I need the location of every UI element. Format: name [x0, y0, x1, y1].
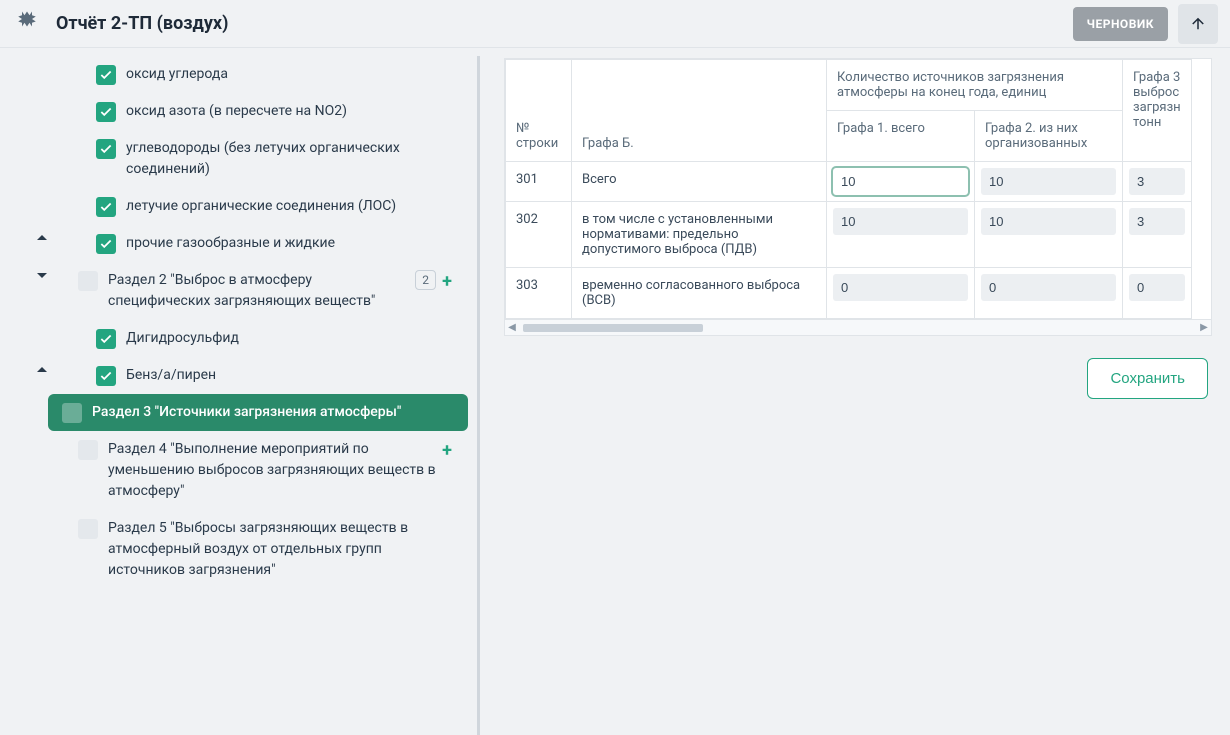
cell-b: в том числе с установленными нормативами…	[572, 202, 827, 268]
checkbox-icon[interactable]	[78, 519, 98, 539]
checkbox-icon[interactable]	[96, 234, 116, 254]
table-row: 302 в том числе с установленными нормати…	[506, 202, 1192, 268]
tree-item[interactable]: Дигидросульфид	[28, 320, 468, 357]
checkbox-icon[interactable]	[78, 271, 98, 291]
table-row: 301 Всего	[506, 162, 1192, 202]
tree-item[interactable]: Раздел 3 "Источники загрязнения атмосфер…	[48, 394, 468, 431]
col-header-b: Графа Б.	[572, 60, 827, 162]
tree-item[interactable]: Раздел 5 "Выбросы загрязняющих веществ в…	[28, 510, 468, 589]
col-header-g1: Графа 1. всего	[827, 111, 975, 162]
input-g2[interactable]	[981, 208, 1116, 235]
horizontal-scrollbar[interactable]: ◀ ▶	[505, 319, 1211, 335]
scroll-left-icon[interactable]: ◀	[505, 322, 519, 333]
draft-badge[interactable]: ЧЕРНОВИК	[1073, 7, 1168, 41]
cell-b: Всего	[572, 162, 827, 202]
tree-item-label: углеводороды (без летучих органических с…	[126, 138, 458, 180]
tree-item[interactable]: летучие органические соединения (ЛОС)	[28, 188, 468, 225]
tree-item[interactable]: оксид углерода	[28, 56, 468, 93]
cell-g3	[1123, 268, 1192, 319]
data-table: № строки Графа Б. Количество источников …	[504, 58, 1212, 336]
tree-item-label: Бенз/а/пирен	[126, 365, 458, 386]
cell-num: 301	[506, 162, 572, 202]
add-button[interactable]: +	[436, 439, 458, 461]
count-badge: 2	[415, 270, 436, 290]
input-g1[interactable]	[833, 208, 968, 235]
cell-g1	[827, 202, 975, 268]
checkbox-icon[interactable]	[96, 329, 116, 349]
tree-item[interactable]: Бенз/а/пирен	[28, 357, 468, 394]
input-g3[interactable]	[1129, 208, 1185, 235]
checkbox-icon[interactable]	[96, 197, 116, 217]
checkbox-icon[interactable]	[96, 102, 116, 122]
table-row: 303 временно согласованного выброса (ВСВ…	[506, 268, 1192, 319]
checkbox-icon[interactable]	[96, 366, 116, 386]
col-header-group: Количество источников загрязнения атмосф…	[827, 60, 1123, 111]
col-header-g3: Графа 3 выброс загрязн тонн	[1123, 60, 1192, 162]
tree-item[interactable]: Раздел 4 "Выполнение мероприятий по умен…	[28, 431, 468, 510]
input-g3[interactable]	[1129, 168, 1185, 195]
tree-item-label: Раздел 2 "Выброс в атмосферу специфическ…	[108, 270, 407, 312]
main-content: № строки Графа Б. Количество источников …	[480, 48, 1230, 735]
cell-g2	[975, 202, 1123, 268]
cell-g3	[1123, 202, 1192, 268]
cell-g3	[1123, 162, 1192, 202]
save-button[interactable]: Сохранить	[1087, 358, 1208, 399]
tree-item-label: оксид азота (в пересчете на NO2)	[126, 101, 458, 122]
eagle-logo-icon	[12, 9, 42, 39]
col-header-g2: Графа 2. из них организованных	[975, 111, 1123, 162]
input-g2[interactable]	[981, 274, 1116, 301]
page-title: Отчёт 2-ТП (воздух)	[56, 13, 1073, 34]
cell-g2	[975, 268, 1123, 319]
input-g2[interactable]	[981, 168, 1116, 195]
caret-down-icon[interactable]	[28, 270, 56, 280]
tree-item-label: Раздел 3 "Источники загрязнения атмосфер…	[92, 402, 458, 423]
cell-b: временно согласованного выброса (ВСВ)	[572, 268, 827, 319]
tree-item[interactable]: оксид азота (в пересчете на NO2)	[28, 93, 468, 130]
col-header-num: № строки	[506, 60, 572, 162]
input-g3[interactable]	[1129, 274, 1185, 301]
checkbox-icon[interactable]	[78, 440, 98, 460]
checkbox-icon[interactable]	[62, 403, 82, 423]
tree-item[interactable]: Раздел 2 "Выброс в атмосферу специфическ…	[28, 262, 468, 320]
scroll-top-button[interactable]	[1178, 4, 1218, 44]
cell-g2	[975, 162, 1123, 202]
cell-num: 302	[506, 202, 572, 268]
tree-item-label: прочие газообразные и жидкие	[126, 233, 458, 254]
tree-item-label: летучие органические соединения (ЛОС)	[126, 196, 458, 217]
tree-item-label: Раздел 5 "Выбросы загрязняющих веществ в…	[108, 518, 458, 581]
tree-item[interactable]: прочие газообразные и жидкие	[28, 225, 468, 262]
cell-g1	[827, 162, 975, 202]
input-g1[interactable]	[833, 168, 968, 195]
cell-num: 303	[506, 268, 572, 319]
scroll-right-icon[interactable]: ▶	[1197, 322, 1211, 333]
input-g1[interactable]	[833, 274, 968, 301]
caret-up-icon[interactable]	[28, 233, 56, 243]
add-button[interactable]: +	[436, 270, 458, 292]
scrollbar-thumb[interactable]	[523, 324, 703, 332]
cell-g1	[827, 268, 975, 319]
checkbox-icon[interactable]	[96, 139, 116, 159]
tree-item-label: Дигидросульфид	[126, 328, 458, 349]
caret-up-icon[interactable]	[28, 365, 56, 375]
tree-item-label: Раздел 4 "Выполнение мероприятий по умен…	[108, 439, 436, 502]
sections-tree: оксид углерода оксид азота (в пересчете н…	[0, 48, 480, 735]
app-header: Отчёт 2-ТП (воздух) ЧЕРНОВИК	[0, 0, 1230, 48]
tree-item[interactable]: углеводороды (без летучих органических с…	[28, 130, 468, 188]
checkbox-icon[interactable]	[96, 65, 116, 85]
tree-item-label: оксид углерода	[126, 64, 458, 85]
